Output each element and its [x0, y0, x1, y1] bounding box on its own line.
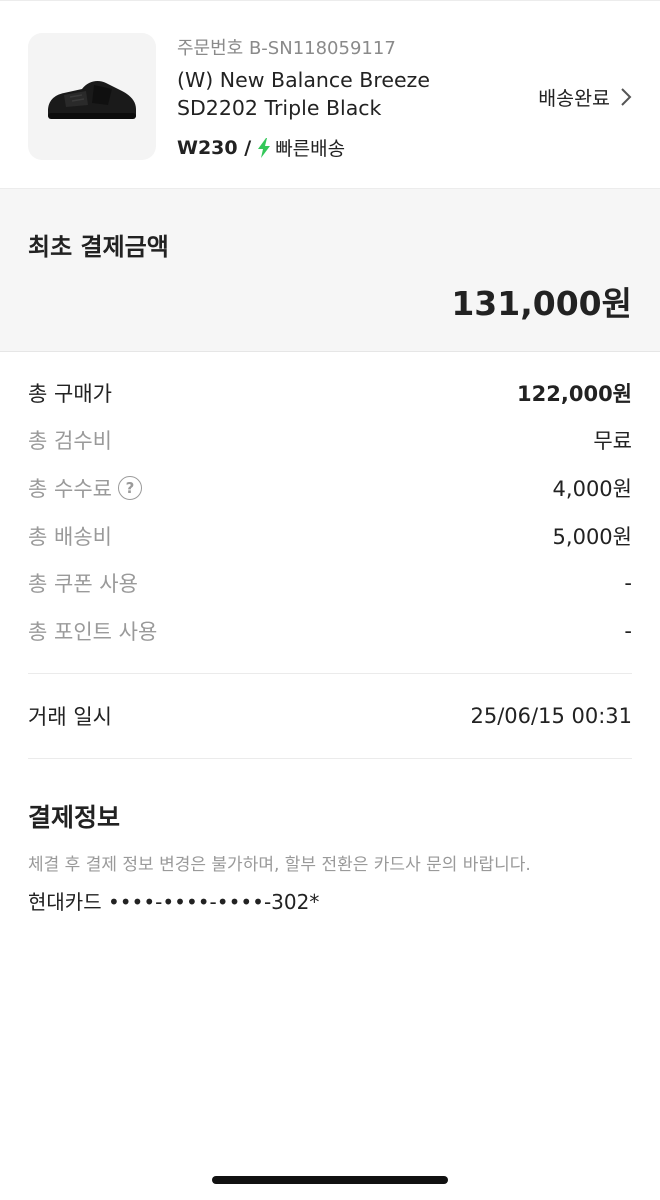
breakdown-label: 총 검수비	[28, 429, 112, 453]
breakdown-row-coupon: 총 쿠폰 사용 -	[28, 568, 632, 598]
breakdown-value: 4,000원	[552, 477, 632, 501]
breakdown-label: 총 구매가	[28, 382, 112, 406]
breakdown-value: 무료	[593, 429, 632, 453]
total-payment-amount: 131,000원	[451, 284, 632, 323]
total-payment-section: 최초 결제금액 131,000원	[0, 188, 660, 352]
product-name: (W) New Balance Breeze SD2202 Triple Bla…	[177, 66, 477, 122]
breakdown-row-points: 총 포인트 사용 -	[28, 616, 632, 646]
divider	[28, 673, 632, 674]
product-summary[interactable]: 주문번호 B-SN118059117 (W) New Balance Breez…	[0, 0, 660, 188]
order-detail-page: 주문번호 B-SN118059117 (W) New Balance Breez…	[0, 0, 660, 1200]
delivery-status-link[interactable]: 배송완료	[538, 82, 632, 111]
chevron-right-icon	[621, 87, 632, 106]
payment-card: 현대카드 ••••-••••-••••-302*	[28, 890, 320, 914]
product-name-line2: SD2202 Triple Black	[177, 96, 382, 120]
product-thumbnail	[28, 33, 156, 160]
size-label: W230 /	[177, 136, 252, 159]
breakdown-value: 5,000원	[552, 525, 632, 549]
delivery-type: 빠른배송	[275, 138, 346, 160]
transaction-datetime-value: 25/06/15 00:31	[470, 704, 632, 728]
transaction-datetime-label: 거래 일시	[28, 705, 112, 729]
delivery-status: 배송완료	[538, 87, 610, 110]
breakdown-row-shipping: 총 배송비 5,000원	[28, 521, 632, 551]
breakdown-label-wrap: 총 수수료 ?	[28, 473, 142, 503]
order-number: 주문번호 B-SN118059117	[177, 38, 396, 59]
breakdown-label: 총 배송비	[28, 525, 112, 549]
breakdown-row-fee: 총 수수료 ? 4,000원	[28, 473, 632, 503]
payment-notice: 체결 후 결제 정보 변경은 불가하며, 할부 전환은 카드사 문의 바랍니다.	[28, 855, 531, 875]
breakdown-value: -	[624, 571, 632, 595]
divider	[28, 758, 632, 759]
product-name-line1: (W) New Balance Breeze	[177, 68, 430, 92]
total-payment-label: 최초 결제금액	[28, 233, 169, 261]
home-indicator[interactable]	[212, 1176, 448, 1184]
product-option: W230 / 빠른배송	[177, 134, 345, 161]
breakdown-label: 총 수수료	[28, 477, 112, 501]
breakdown-row-inspection: 총 검수비 무료	[28, 425, 632, 455]
help-icon[interactable]: ?	[117, 476, 142, 500]
breakdown-label: 총 포인트 사용	[28, 620, 158, 644]
breakdown-value: 122,000원	[517, 382, 632, 406]
breakdown-row-purchase: 총 구매가 122,000원	[28, 378, 632, 408]
payment-info-title: 결제정보	[28, 803, 121, 832]
breakdown-value: -	[624, 619, 632, 643]
shoe-icon	[48, 81, 136, 119]
lightning-icon	[258, 137, 271, 158]
breakdown-label: 총 쿠폰 사용	[28, 572, 138, 596]
transaction-datetime-row: 거래 일시 25/06/15 00:31	[28, 700, 632, 732]
